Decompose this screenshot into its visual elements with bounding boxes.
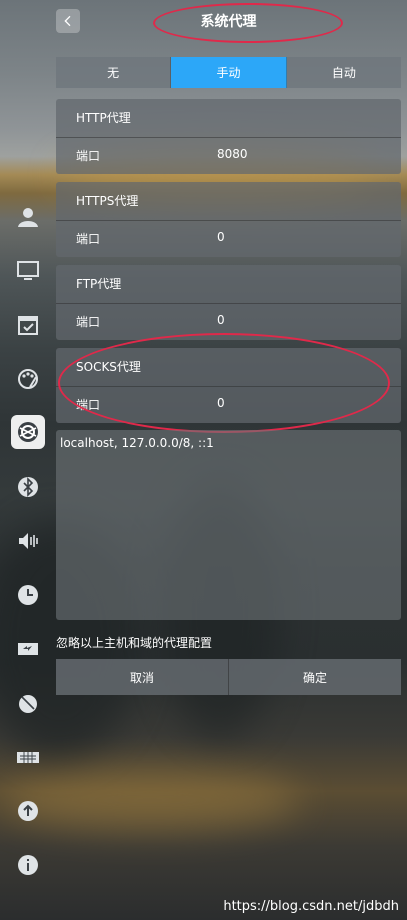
port-label: 端口 xyxy=(76,149,101,163)
http-proxy-field[interactable]: HTTP代理 xyxy=(76,109,131,126)
power-icon[interactable] xyxy=(12,633,44,665)
watermark: https://blog.csdn.net/jdbdh xyxy=(223,899,399,914)
network-icon[interactable] xyxy=(11,415,45,449)
ignore-hosts-value: localhost, 127.0.0.0/8, ::1 xyxy=(60,436,214,450)
keyboard-icon[interactable] xyxy=(12,741,44,773)
sidebar xyxy=(0,0,56,920)
display-icon[interactable] xyxy=(12,255,44,287)
divider xyxy=(56,220,401,221)
proxy-settings-panel: 系统代理 无 手动 自动 HTTP代理 端口 8080 HTTPS代理 端口 0… xyxy=(56,0,401,920)
info-icon[interactable] xyxy=(12,849,44,881)
bluetooth-icon[interactable] xyxy=(12,471,44,503)
tab-auto[interactable]: 自动 xyxy=(286,57,401,88)
tab-manual[interactable]: 手动 xyxy=(171,57,287,88)
mouse-icon[interactable] xyxy=(12,687,44,719)
port-label: 端口 xyxy=(76,315,101,329)
ftp-port-input[interactable]: 0 xyxy=(217,313,225,327)
sound-icon[interactable] xyxy=(12,525,44,557)
ignore-hosts-textarea[interactable]: localhost, 127.0.0.0/8, ::1 xyxy=(56,430,401,620)
cancel-button[interactable]: 取消 xyxy=(56,659,229,695)
action-bar: 取消 确定 xyxy=(56,659,401,695)
proxy-mode-tabs: 无 手动 自动 xyxy=(56,57,401,88)
palette-icon[interactable] xyxy=(12,363,44,395)
ftp-proxy-group: FTP代理 端口 0 xyxy=(56,265,401,340)
ftp-proxy-field[interactable]: FTP代理 xyxy=(76,275,121,292)
ignore-hosts-description: 忽略以上主机和域的代理配置 xyxy=(56,636,213,650)
https-proxy-group: HTTPS代理 端口 0 xyxy=(56,182,401,257)
update-icon[interactable] xyxy=(12,795,44,827)
title-annotation-ellipse xyxy=(153,3,343,43)
user-icon[interactable] xyxy=(12,201,44,233)
calendar-icon[interactable] xyxy=(12,309,44,341)
divider xyxy=(56,303,401,304)
https-proxy-field[interactable]: HTTPS代理 xyxy=(76,192,138,209)
divider xyxy=(56,137,401,138)
port-label: 端口 xyxy=(76,232,101,246)
http-port-input[interactable]: 8080 xyxy=(217,147,248,161)
confirm-button[interactable]: 确定 xyxy=(229,659,401,695)
clock-icon[interactable] xyxy=(12,579,44,611)
title-bar: 系统代理 xyxy=(56,0,401,43)
https-port-input[interactable]: 0 xyxy=(217,230,225,244)
socks-annotation-ellipse xyxy=(58,333,390,433)
http-proxy-group: HTTP代理 端口 8080 xyxy=(56,99,401,174)
tab-none[interactable]: 无 xyxy=(56,57,172,88)
